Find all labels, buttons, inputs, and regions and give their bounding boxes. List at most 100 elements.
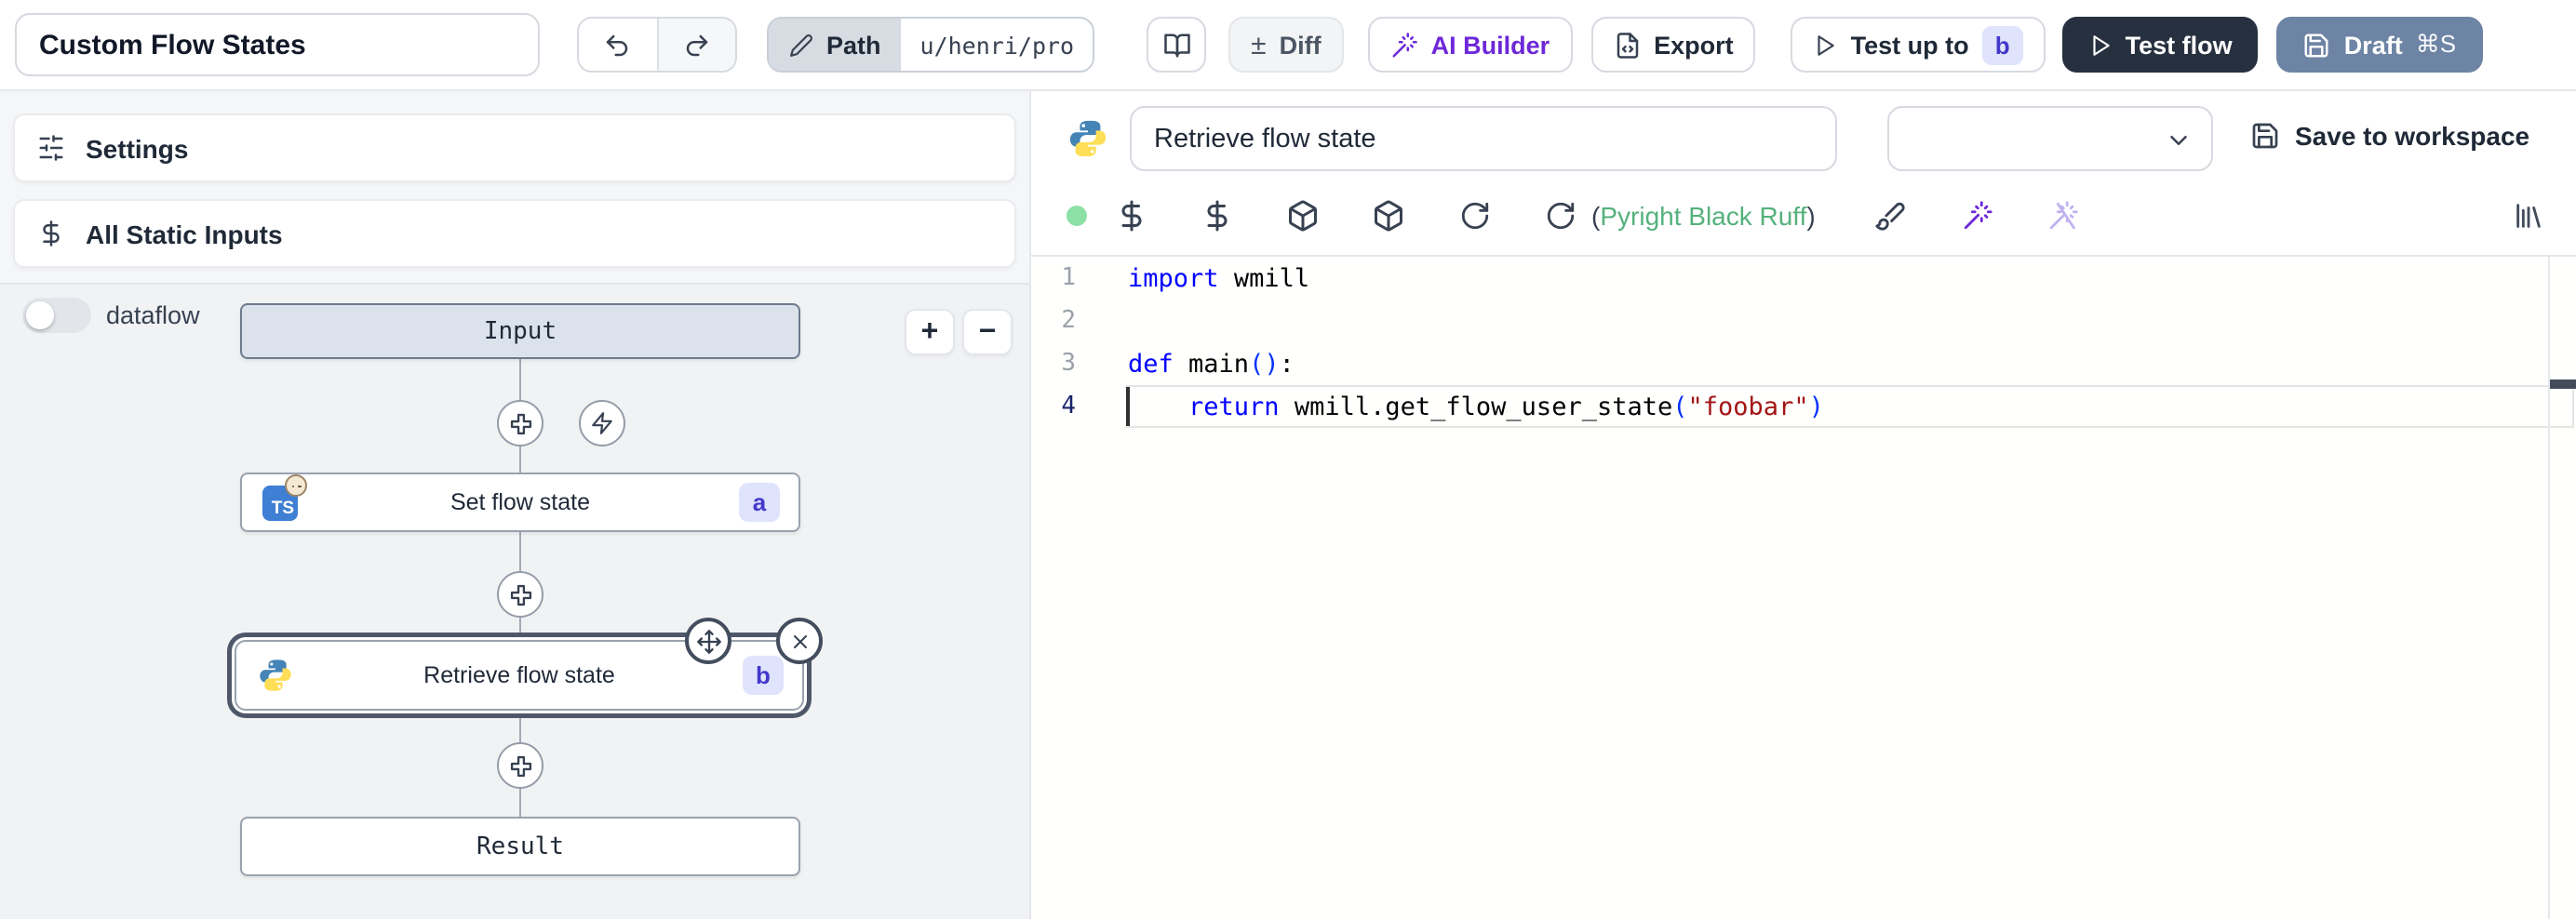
- play-icon: [2088, 33, 2113, 57]
- undo-button[interactable]: [579, 19, 657, 71]
- text-cursor: [1126, 387, 1129, 426]
- node-title: Set flow state: [242, 489, 798, 515]
- settings-label: Settings: [86, 133, 188, 163]
- package-icon[interactable]: [1286, 199, 1320, 233]
- code-editor[interactable]: 1import wmill23def main():4 return wmill…: [1031, 257, 2576, 919]
- ai-sparkles-muted-icon[interactable]: [2047, 200, 2079, 232]
- save-draft-button[interactable]: Draft ⌘S: [2277, 17, 2482, 73]
- dollar-icon[interactable]: [1201, 199, 1234, 233]
- line-number: 1: [1031, 264, 1076, 292]
- plus-cross-icon: [507, 410, 533, 436]
- all-static-inputs-button[interactable]: All Static Inputs: [13, 199, 1016, 268]
- path-value: u/henri/pro: [902, 19, 1093, 71]
- redo-button[interactable]: [657, 19, 735, 71]
- line-content: return wmill.get_flow_user_state("foobar…: [1076, 392, 1824, 421]
- static-inputs-label: All Static Inputs: [86, 219, 283, 248]
- undo-redo-group: [577, 17, 737, 73]
- add-step-button[interactable]: [497, 571, 543, 618]
- ai-wand-icon[interactable]: [1962, 200, 1993, 232]
- save-icon: [2250, 121, 2280, 151]
- diff-label: Diff: [1280, 31, 1322, 59]
- flow-sidebar: Settings All Static Inputs dataflow + − …: [0, 91, 1029, 919]
- line-content: def main():: [1076, 349, 1295, 379]
- top-toolbar: Path u/henri/pro ± Diff AI Builder Expor…: [0, 0, 2576, 91]
- wand-sparkles-icon: [1390, 31, 1418, 59]
- move-icon: [695, 628, 721, 654]
- undo-icon: [604, 31, 632, 59]
- diff-button[interactable]: ± Diff: [1228, 17, 1343, 73]
- code-line[interactable]: 2: [1031, 300, 2576, 342]
- paintbrush-icon[interactable]: [1874, 200, 1906, 232]
- ai-builder-button[interactable]: AI Builder: [1368, 17, 1573, 73]
- refresh-icon[interactable]: [1545, 200, 1576, 232]
- line-number: 3: [1031, 350, 1076, 378]
- save-icon: [2303, 31, 2331, 59]
- status-dot: [1067, 206, 1087, 226]
- test-flow-label: Test flow: [2126, 31, 2233, 59]
- line-number: 4: [1031, 393, 1076, 420]
- dataflow-toggle[interactable]: [22, 298, 91, 333]
- pencil-icon: [789, 33, 813, 57]
- add-step-button[interactable]: [497, 742, 543, 789]
- step-id-badge: b: [743, 656, 784, 695]
- refresh-icon[interactable]: [1459, 200, 1491, 232]
- sliders-icon: [37, 134, 65, 162]
- save-to-workspace-button[interactable]: Save to workspace: [2250, 121, 2529, 151]
- set-flow-state-node[interactable]: TS Set flow state a: [240, 473, 800, 532]
- code-line[interactable]: 3def main():: [1031, 342, 2576, 385]
- test-up-to-button[interactable]: Test up to b: [1791, 17, 2046, 73]
- path-button[interactable]: Path u/henri/pro: [767, 17, 1094, 73]
- code-line[interactable]: 1import wmill: [1031, 257, 2576, 300]
- line-content: import wmill: [1076, 263, 1309, 293]
- draft-shortcut: ⌘S: [2416, 30, 2456, 60]
- ai-builder-label: AI Builder: [1431, 31, 1550, 59]
- flow-name-input[interactable]: [15, 13, 540, 76]
- dollar-icon: [37, 220, 65, 247]
- test-up-to-label: Test up to: [1851, 31, 1969, 59]
- code-assistants-label[interactable]: (Pyright Black Ruff): [1591, 201, 1816, 231]
- export-label: Export: [1654, 31, 1734, 59]
- flow-graph: dataflow + − Input TS Set flow state a: [0, 283, 1029, 919]
- code-lines: 1import wmill23def main():4 return wmill…: [1031, 257, 2576, 428]
- zoom-out-button[interactable]: −: [962, 309, 1013, 355]
- add-trigger-button[interactable]: [579, 400, 625, 446]
- path-label: Path: [826, 31, 881, 59]
- close-icon: [788, 630, 811, 652]
- zap-icon: [590, 411, 614, 435]
- test-flow-button[interactable]: Test flow: [2062, 17, 2259, 73]
- result-node[interactable]: Result: [240, 817, 800, 876]
- export-button[interactable]: Export: [1590, 17, 1756, 73]
- delete-step-button[interactable]: [776, 618, 823, 664]
- code-line[interactable]: 4 return wmill.get_flow_user_state("foob…: [1031, 385, 2576, 428]
- editor-toolbar: (Pyright Black Ruff): [1031, 188, 2576, 244]
- test-up-to-step-badge: b: [1982, 25, 2023, 64]
- path-label-segment: Path: [769, 19, 902, 71]
- windmill-flow-editor: Path u/henri/pro ± Diff AI Builder Expor…: [0, 0, 2576, 919]
- python-icon: [1067, 117, 1109, 160]
- plus-cross-icon: [507, 581, 533, 607]
- input-node[interactable]: Input: [240, 303, 800, 359]
- file-export-icon: [1613, 31, 1641, 59]
- step-id-badge: a: [739, 483, 780, 522]
- add-step-button[interactable]: [497, 400, 543, 446]
- zoom-in-button[interactable]: +: [905, 309, 955, 355]
- toggle-knob: [26, 301, 54, 329]
- package-icon[interactable]: [1372, 199, 1405, 233]
- node-title: Retrieve flow state: [236, 662, 802, 688]
- step-summary-input[interactable]: [1130, 106, 1837, 171]
- dataflow-label: dataflow: [106, 298, 200, 333]
- dollar-icon[interactable]: [1115, 199, 1148, 233]
- overview-ruler-cursor-mark: [2550, 380, 2576, 389]
- step-editor-header: Save to workspace (Pyright Black Ruff): [1031, 91, 2576, 257]
- move-step-button[interactable]: [685, 618, 731, 664]
- redo-icon: [683, 31, 711, 59]
- library-icon[interactable]: [2513, 200, 2544, 232]
- chevron-down-icon: [2165, 127, 2193, 154]
- plus-cross-icon: [507, 753, 533, 779]
- overview-ruler-divider: [2548, 257, 2550, 919]
- docs-button[interactable]: [1147, 17, 1206, 73]
- worker-tag-select[interactable]: [1887, 106, 2213, 171]
- book-open-icon: [1162, 31, 1190, 59]
- line-number: 2: [1031, 307, 1076, 335]
- settings-button[interactable]: Settings: [13, 113, 1016, 182]
